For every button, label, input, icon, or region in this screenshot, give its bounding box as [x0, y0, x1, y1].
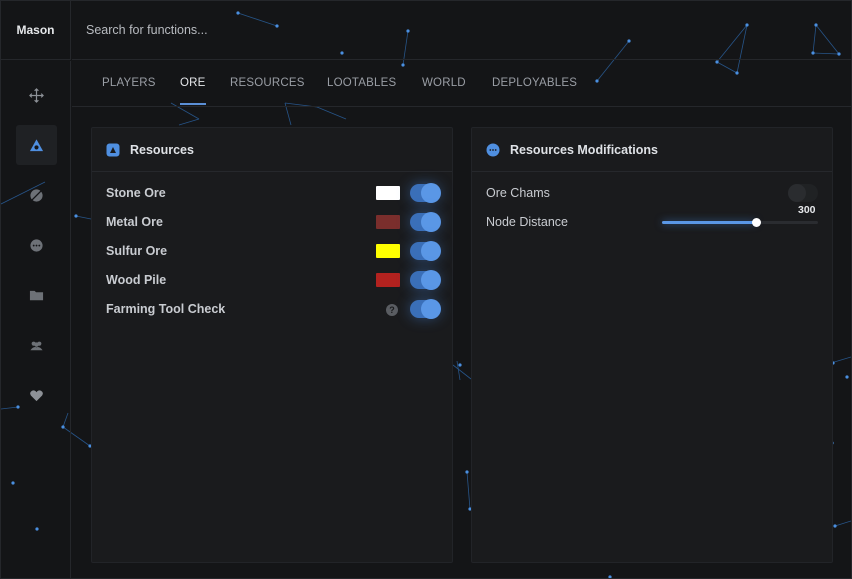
- resources-icon: [106, 143, 120, 156]
- stone-ore-label: Stone Ore: [106, 186, 166, 200]
- node-distance-label: Node Distance: [486, 215, 568, 229]
- tab-players[interactable]: PLAYERS: [102, 77, 156, 89]
- wood-pile-label: Wood Pile: [106, 273, 167, 287]
- sidebar-item-players[interactable]: [16, 325, 57, 365]
- search-input[interactable]: [86, 23, 486, 37]
- move-icon: [29, 87, 44, 103]
- stone-ore-toggle[interactable]: [410, 183, 441, 203]
- chat-dots-icon: [30, 238, 43, 252]
- sidebar-item-configs[interactable]: [16, 275, 57, 315]
- resources-panel-title: Resources: [130, 142, 194, 157]
- wood-pile-color-picker[interactable]: [376, 273, 400, 287]
- active-tab-indicator: [180, 103, 206, 105]
- app-title: Mason: [1, 1, 71, 60]
- sulfur-ore-color-picker[interactable]: [376, 244, 400, 258]
- crosshair-ball-icon: [30, 188, 43, 202]
- ore-chams-toggle[interactable]: [788, 184, 818, 202]
- stone-ore-color-picker[interactable]: [376, 186, 400, 200]
- resources-modifications-panel: Resources Modifications Ore Chams Node D…: [471, 127, 833, 563]
- sidebar-item-move[interactable]: [16, 75, 57, 115]
- sidebar-item-favorites[interactable]: [16, 375, 57, 415]
- sidebar-item-visuals[interactable]: [16, 125, 57, 165]
- metal-ore-label: Metal Ore: [106, 215, 163, 229]
- app-window: Mason Search for functions... PLAYERS OR…: [0, 0, 852, 579]
- farming-tool-check-label: Farming Tool Check: [106, 302, 226, 316]
- sulfur-ore-toggle[interactable]: [410, 241, 441, 261]
- tab-bar: PLAYERS ORE RESOURCES LOOTABLES WORLD DE…: [72, 61, 851, 107]
- sulfur-ore-label: Sulfur Ore: [106, 244, 168, 258]
- node-distance-slider[interactable]: [662, 218, 818, 227]
- resources-panel-header: Resources: [92, 128, 452, 172]
- tab-ore[interactable]: ORE: [180, 77, 206, 89]
- sidebar-item-aim[interactable]: [16, 175, 57, 215]
- metal-ore-color-picker[interactable]: [376, 215, 400, 229]
- resources-panel: Resources Stone Ore Metal Ore Sulfur Ore…: [91, 127, 453, 563]
- metal-ore-toggle[interactable]: [410, 212, 441, 232]
- farming-tool-check-toggle[interactable]: [410, 299, 441, 319]
- help-icon[interactable]: ?: [386, 304, 398, 316]
- node-distance-slider-fill: [662, 221, 756, 224]
- users-icon: [30, 341, 43, 350]
- tab-lootables[interactable]: LOOTABLES: [327, 77, 396, 89]
- heart-icon: [30, 389, 43, 401]
- node-distance-slider-thumb[interactable]: [752, 218, 761, 227]
- tab-resources[interactable]: RESOURCES: [230, 77, 305, 89]
- wood-pile-toggle[interactable]: [410, 270, 441, 290]
- chat-bubble-icon: [486, 143, 500, 156]
- resources-modifications-title: Resources Modifications: [510, 142, 658, 157]
- sidebar-item-misc[interactable]: [16, 225, 57, 265]
- folder-icon: [29, 290, 44, 300]
- tab-deployables[interactable]: DEPLOYABLES: [492, 77, 577, 89]
- node-distance-value: 300: [798, 204, 816, 216]
- search-bar: [72, 1, 851, 60]
- eye-triangle-icon: [29, 138, 44, 151]
- sidebar: [1, 61, 71, 578]
- tab-world[interactable]: WORLD: [422, 77, 466, 89]
- resources-modifications-header: Resources Modifications: [472, 128, 832, 172]
- ore-chams-label: Ore Chams: [486, 186, 550, 200]
